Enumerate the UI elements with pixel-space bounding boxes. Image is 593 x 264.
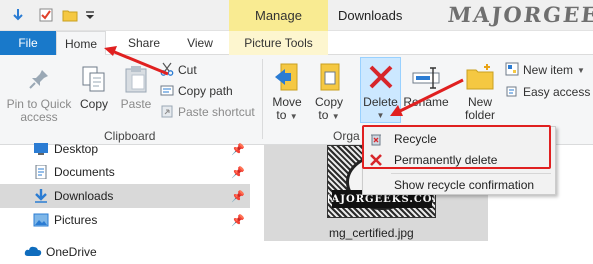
red-x-icon [368,152,384,168]
new-folder-large-icon [464,61,496,93]
nav-label: Documents [54,165,115,179]
copy-to-chevron-icon: ▼ [331,112,340,121]
menu-item-recycle[interactable]: Recycle [363,128,555,150]
copy-button[interactable]: Copy [77,63,111,111]
menu-item-label: Show recycle confirmation [394,178,535,192]
pin-icon: 📌 [231,143,245,156]
nav-item-documents[interactable]: Documents 📌 [0,160,250,184]
onedrive-icon [24,245,42,259]
pictures-icon [33,213,49,227]
delete-x-icon [365,61,397,93]
easy-access-button[interactable]: Easy access ▼ [505,83,593,101]
nav-item-pictures[interactable]: Pictures 📌 [0,208,250,232]
copy-to-icon [313,61,345,93]
delete-label: Delete [363,95,398,109]
delete-chevron-icon: ▼ [376,111,385,120]
cut-button[interactable]: Cut [160,61,197,79]
paste-button[interactable]: Paste [117,63,155,111]
move-to-icon [271,61,303,93]
rename-label: Rename [403,95,449,109]
nav-item-desktop[interactable]: Desktop 📌 [0,137,250,161]
majorgeeks-watermark: MAJORGEEKS [446,2,593,27]
tab-picture-tools[interactable]: Picture Tools [229,31,328,55]
file-name-label[interactable]: mg_certified.jpg [329,226,414,240]
nav-item-downloads[interactable]: Downloads 📌 [0,184,250,208]
new-folder-icon[interactable] [60,6,80,24]
copy-label: Copy [79,97,108,111]
recycle-bin-icon [368,131,384,147]
tab-file[interactable]: File [0,31,56,55]
ribbon-tab-row: File Home Share View Picture Tools [0,31,593,56]
copy-path-button[interactable]: Copy path [160,82,233,100]
tab-home[interactable]: Home [56,31,106,56]
easy-access-label: Easy access [523,85,591,99]
ribbon-group-divider [262,59,263,139]
pin-to-quick-access-button[interactable]: Pin to Quick access [4,63,74,124]
window-title: Downloads [338,8,403,23]
new-item-chevron-icon: ▼ [577,65,585,75]
new-item-icon [505,62,519,79]
pin-icon: 📌 [231,166,245,179]
menu-item-show-recycle-confirmation[interactable]: Show recycle confirmation [363,174,555,196]
pin-icon: 📌 [231,190,245,203]
paste-icon [120,63,152,95]
tab-view[interactable]: View [176,31,224,55]
paste-shortcut-icon [160,104,174,121]
organize-group-label: Orga [333,129,360,143]
cut-label: Cut [178,63,197,77]
scissors-icon [160,62,174,79]
downloads-icon [33,189,49,203]
copy-to-button[interactable]: Copy to ▼ [312,61,346,123]
rename-icon [410,61,442,93]
copy-path-icon [160,83,174,100]
title-bar: Manage Downloads MAJORGEEKS [0,0,593,31]
nav-item-onedrive[interactable]: OneDrive [0,240,250,264]
nav-label: Pictures [54,213,98,227]
properties-check-icon[interactable] [36,6,56,24]
paste-shortcut-label: Paste shortcut [178,105,255,119]
nav-label: Downloads [54,189,114,203]
move-to-chevron-icon: ▼ [289,112,298,121]
explorer-back-icon[interactable] [8,6,28,24]
menu-item-label: Permanently delete [394,153,498,167]
new-folder-button[interactable]: New folder [458,61,502,122]
tab-share[interactable]: Share [118,31,170,55]
delete-button[interactable]: Delete ▼ [360,61,401,122]
pin-icon [23,63,55,95]
documents-icon [33,164,49,180]
desktop-icon [33,142,49,156]
nav-label: Desktop [54,142,99,156]
copy-path-label: Copy path [178,84,233,98]
menu-item-permanently-delete[interactable]: Permanently delete [363,149,555,171]
delete-dropdown-menu: Recycle Permanently delete Show recycle … [362,126,556,195]
rename-button[interactable]: Rename [403,61,449,109]
paste-shortcut-button[interactable]: Paste shortcut [160,103,255,121]
nav-label: OneDrive [46,245,97,259]
easy-access-icon [505,84,519,101]
customize-dropdown-icon[interactable] [83,6,97,24]
menu-item-label: Recycle [394,132,437,146]
paste-label: Paste [120,97,152,111]
move-to-button[interactable]: Move to ▼ [270,61,304,123]
new-item-button[interactable]: New item ▼ [505,61,585,79]
new-folder-label-line2: folder [464,108,496,122]
pin-icon: 📌 [231,214,245,227]
new-item-label: New item [523,63,574,77]
copy-to-label-line2: to ▼ [318,108,340,122]
copy-icon [78,63,110,95]
pin-label-line2: access [20,110,58,124]
navigation-pane: Desktop 📌 Documents 📌 Downloads 📌 Pictur… [0,142,250,264]
context-tab-manage[interactable]: Manage [229,0,328,31]
move-to-label-line2: to ▼ [276,108,298,122]
